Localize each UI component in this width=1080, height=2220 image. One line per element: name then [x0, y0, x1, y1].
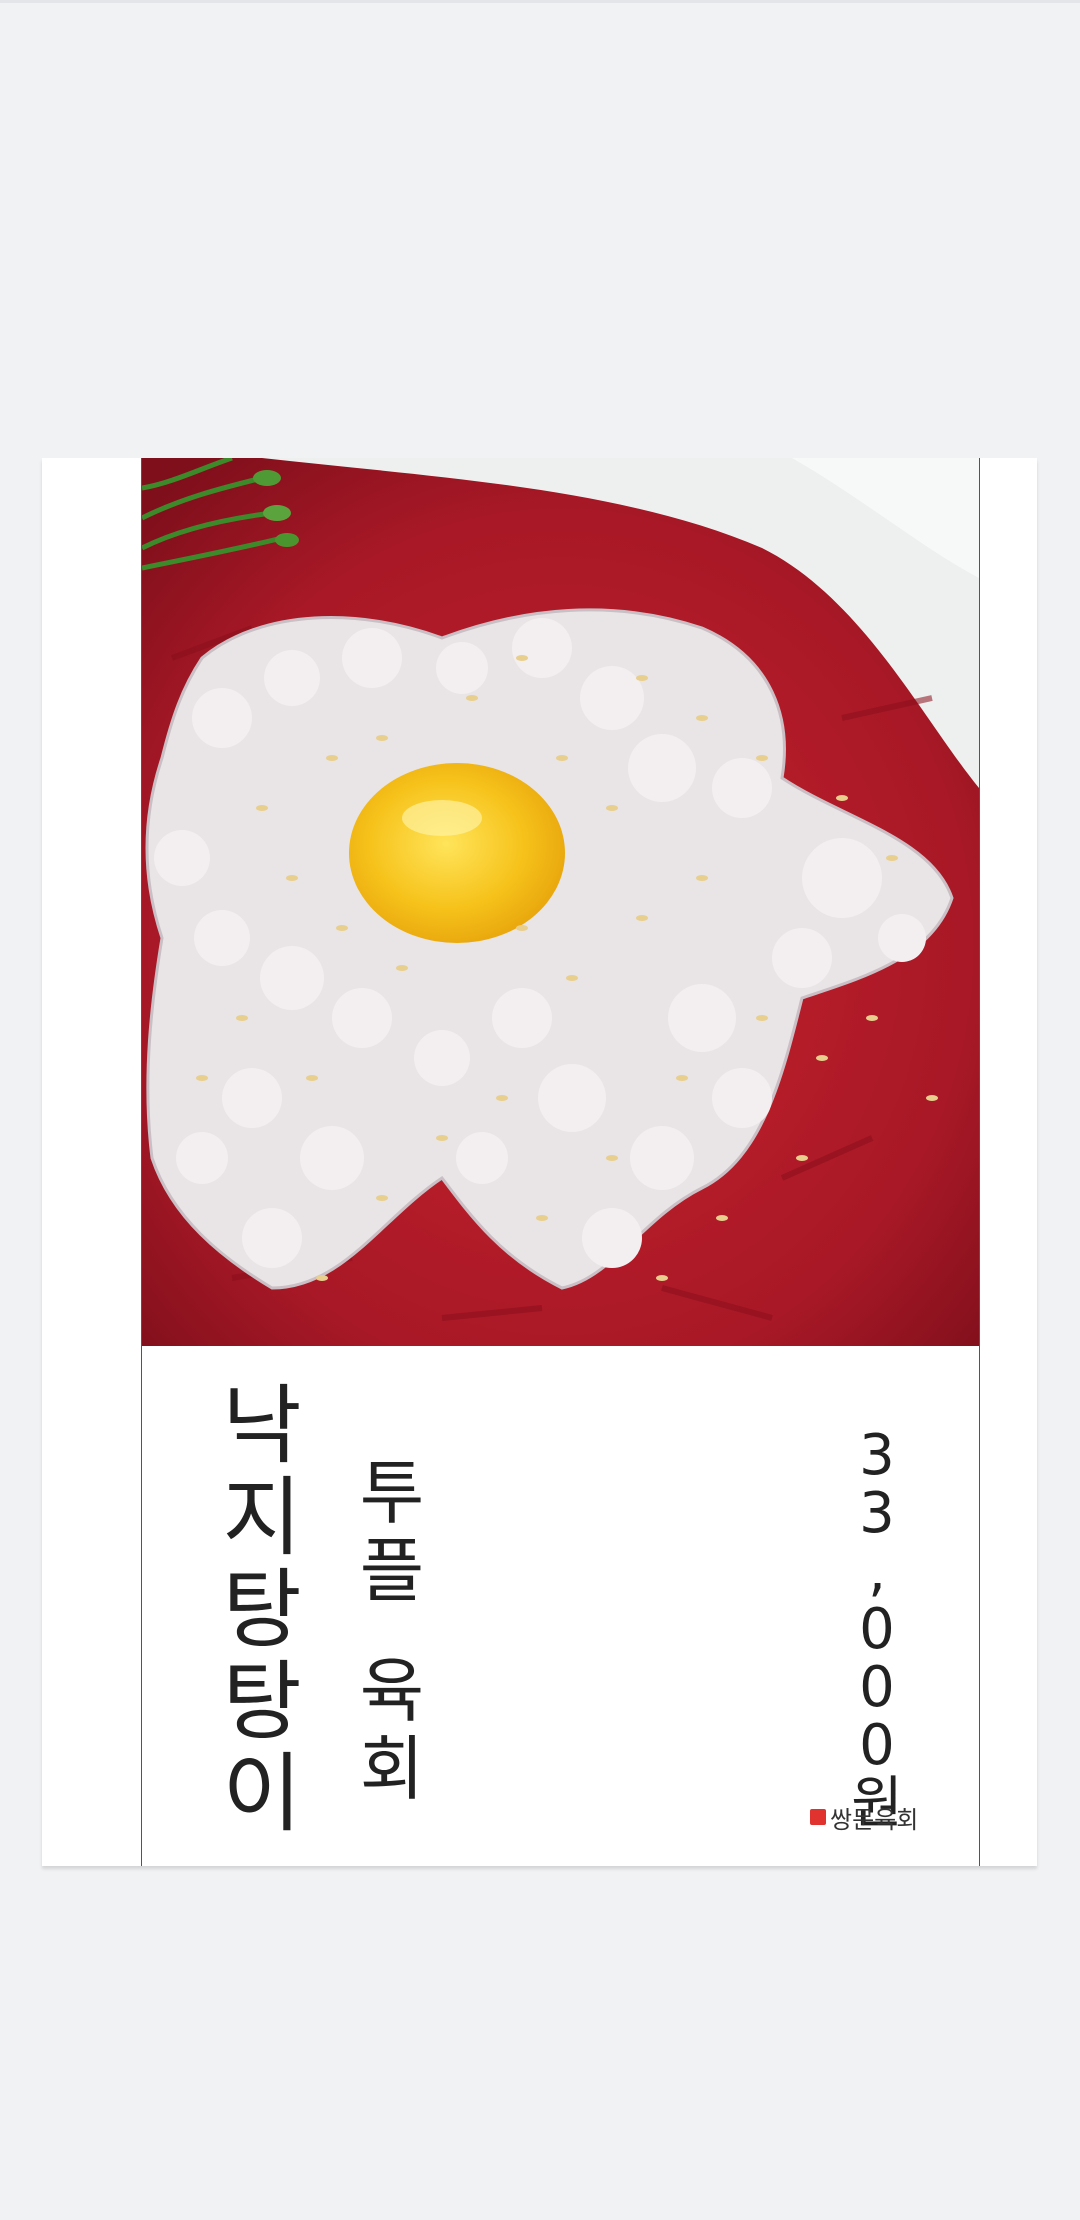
price-char: 3	[859, 1481, 895, 1546]
status-edge	[0, 0, 1080, 3]
brand-logo: 쌍문육회	[810, 1802, 919, 1834]
menu-poster: 낙 지 탕 탕 이 투 플 육 회 3 3 , 0 0 0 원 쌍문육회	[141, 458, 980, 1866]
image-card[interactable]: 낙 지 탕 탕 이 투 플 육 회 3 3 , 0 0 0 원 쌍문육회	[42, 458, 1037, 1866]
menu-name-primary: 낙 지 탕 탕 이	[212, 1383, 312, 1843]
food-photo-illustration	[142, 458, 979, 1346]
menu-name-char: 회	[359, 1728, 425, 1810]
menu-price: 3 3 , 0 0 0 원	[842, 1428, 912, 1834]
price-char: 0	[859, 1713, 895, 1778]
price-char: 0	[859, 1655, 895, 1720]
red-seal-stamp-icon	[810, 1809, 826, 1825]
menu-name-char: 낙	[222, 1376, 302, 1476]
brand-name: 쌍문육회	[830, 1805, 919, 1834]
menu-name-secondary: 투 플 육 회	[342, 1458, 442, 1812]
menu-name-char: 탕	[222, 1560, 302, 1660]
food-photo	[142, 458, 979, 1346]
price-char: 3	[859, 1423, 895, 1488]
egg-yolk	[349, 763, 565, 943]
menu-name-char: 지	[222, 1468, 302, 1568]
menu-name-char: 탕	[222, 1652, 302, 1752]
menu-name-char: 이	[222, 1744, 302, 1844]
menu-name-char: 투	[359, 1452, 425, 1534]
viewer-page: 낙 지 탕 탕 이 투 플 육 회 3 3 , 0 0 0 원 쌍문육회	[0, 0, 1080, 2220]
price-char: 0	[859, 1597, 895, 1662]
menu-name-char: 육	[359, 1650, 425, 1732]
price-char: ,	[868, 1539, 886, 1604]
menu-name-char: 플	[359, 1530, 425, 1612]
